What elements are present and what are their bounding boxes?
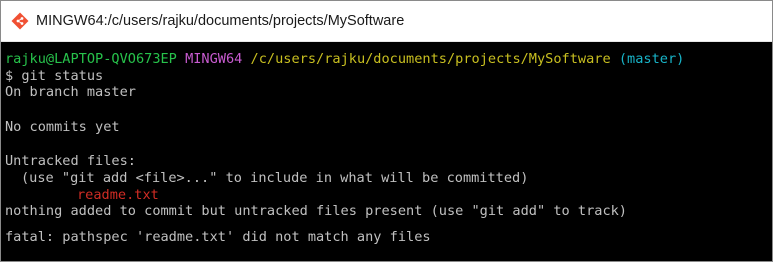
prompt-env: MINGW64	[185, 51, 243, 67]
nothing-added-text: nothing added to commit but untracked fi…	[5, 203, 627, 220]
untracked-header: Untracked files:	[5, 153, 136, 170]
prompt-branch: (master)	[618, 51, 685, 67]
terminal-output[interactable]: rajku@LAPTOP-QVO673EP MINGW64 /c/users/r…	[1, 42, 772, 245]
no-commits-text: No commits yet	[5, 118, 120, 135]
window-title: MINGW64:/c/users/rajku/documents/project…	[36, 13, 405, 29]
prompt-user-host: rajku@LAPTOP-QVO673EP	[5, 51, 177, 67]
command-line: $ git status	[5, 67, 104, 84]
on-branch-text: On branch master	[5, 84, 136, 101]
fatal-error-text: fatal: pathspec 'readme.txt' did not mat…	[5, 228, 431, 245]
terminal-window[interactable]: MINGW64:/c/users/rajku/documents/project…	[0, 0, 773, 262]
title-bar[interactable]: MINGW64:/c/users/rajku/documents/project…	[1, 1, 772, 42]
untracked-hint: (use "git add <file>..." to include in w…	[21, 169, 529, 186]
untracked-file: readme.txt	[77, 186, 159, 203]
git-bash-icon	[10, 11, 30, 31]
prompt-line: rajku@LAPTOP-QVO673EP MINGW64 /c/users/r…	[5, 51, 772, 68]
prompt-path: /c/users/rajku/documents/projects/MySoft…	[250, 51, 611, 67]
